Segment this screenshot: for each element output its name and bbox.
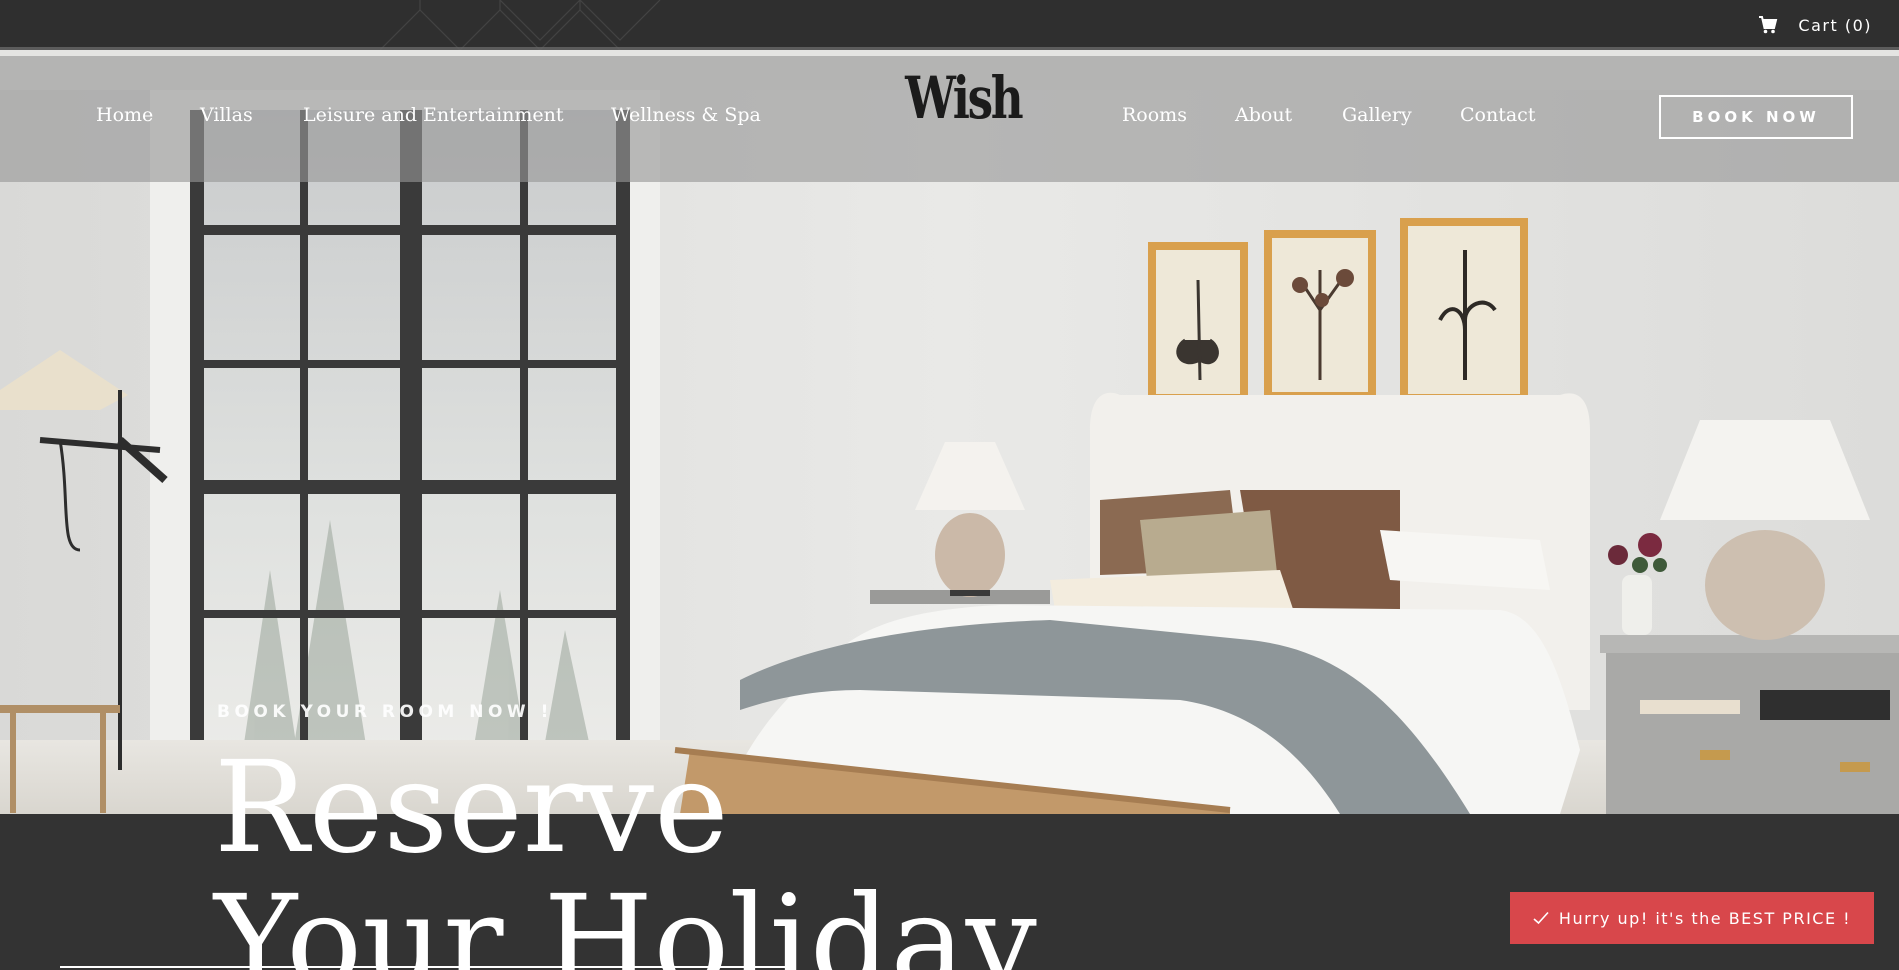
book-now-button[interactable]: BOOK NOW bbox=[1659, 95, 1853, 139]
nav-gallery[interactable]: Gallery bbox=[1342, 104, 1412, 126]
logo-text: Wish bbox=[905, 64, 1024, 132]
hero-eyebrow: BOOK YOUR ROOM NOW ! bbox=[217, 702, 553, 722]
hero-headline-line1: Reserve bbox=[214, 734, 729, 881]
check-icon bbox=[1533, 911, 1549, 925]
hero-headline: Reserve Your Holiday bbox=[214, 741, 1037, 970]
nav-villas[interactable]: Villas bbox=[200, 104, 253, 126]
decorative-pattern bbox=[380, 0, 1640, 50]
page: Cart (0) Home Villas Leisure and Enterta… bbox=[0, 0, 1899, 970]
site-logo[interactable]: Wish bbox=[893, 64, 1024, 162]
best-price-badge[interactable]: Hurry up! it's the BEST PRICE ! bbox=[1510, 892, 1874, 944]
hero-headline-line2: Your Holiday bbox=[214, 868, 1037, 970]
nav-rooms[interactable]: Rooms bbox=[1122, 104, 1187, 126]
top-bar: Cart (0) bbox=[0, 0, 1899, 50]
nav-wellness-spa[interactable]: Wellness & Spa bbox=[611, 104, 761, 126]
nav-about[interactable]: About bbox=[1235, 104, 1292, 126]
nav-leisure-and-entertainment[interactable]: Leisure and Entertainment bbox=[303, 104, 564, 126]
divider-line bbox=[60, 966, 790, 968]
cart-icon bbox=[1758, 15, 1778, 35]
nav-contact[interactable]: Contact bbox=[1460, 104, 1535, 126]
cart-link[interactable]: Cart (0) bbox=[1758, 14, 1872, 36]
best-price-label: Hurry up! it's the BEST PRICE ! bbox=[1558, 908, 1852, 928]
cart-label: Cart (0) bbox=[1798, 15, 1872, 35]
nav-home[interactable]: Home bbox=[96, 104, 153, 126]
